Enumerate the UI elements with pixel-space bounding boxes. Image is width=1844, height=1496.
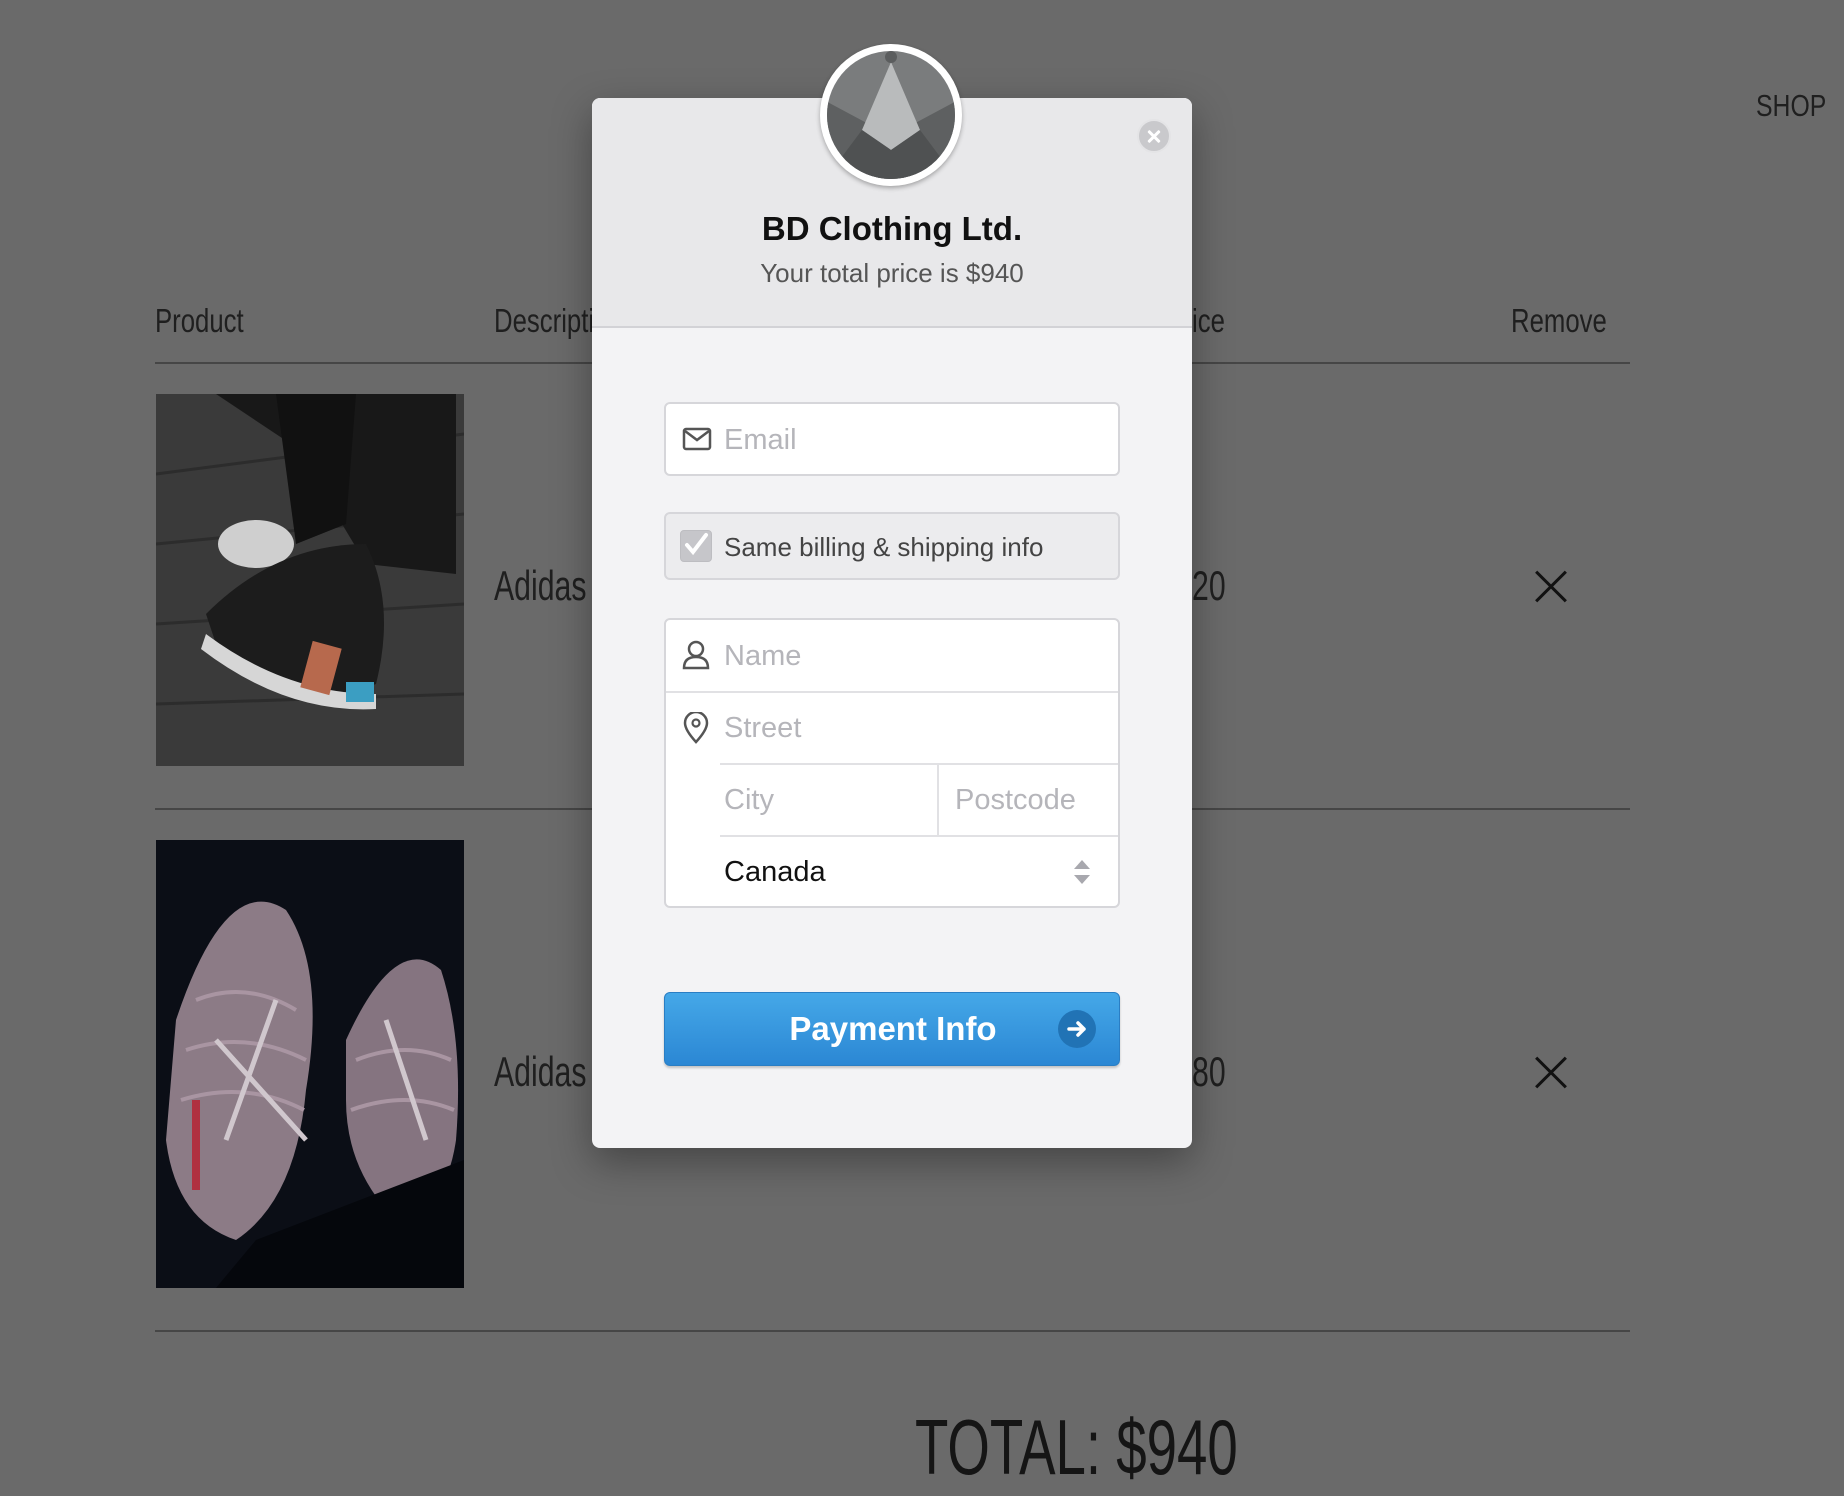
name-placeholder: Name [724, 640, 802, 672]
street-field[interactable]: Street [666, 692, 1118, 764]
arrow-right-icon [1058, 1010, 1096, 1048]
country-value: Canada [724, 856, 826, 888]
product-image-2 [156, 840, 464, 1288]
remove-item-2-button[interactable] [1534, 1056, 1568, 1090]
column-header-remove: Remove [1511, 302, 1607, 339]
payment-info-label: Payment Info [789, 1010, 997, 1047]
cart-total: TOTAL: $940 [915, 1403, 1238, 1491]
street-placeholder: Street [724, 712, 802, 744]
same-billing-checkbox[interactable]: Same billing & shipping info [664, 512, 1120, 580]
checkout-modal: BD Clothing Ltd. Your total price is $94… [592, 44, 1192, 1148]
column-header-description: Descriptic [494, 302, 607, 339]
close-modal-button[interactable] [1137, 119, 1171, 153]
nav-shop-link[interactable]: SHOP [1756, 88, 1826, 124]
user-icon [682, 640, 710, 670]
location-pin-icon [683, 712, 709, 744]
column-header-product: Product [155, 302, 244, 339]
remove-item-1-button[interactable] [1534, 570, 1568, 604]
merchant-name: BD Clothing Ltd. [761, 210, 1023, 247]
city-field[interactable]: City [720, 764, 936, 836]
checkmark-icon [685, 533, 708, 556]
address-fieldset: Name Street City Postcode Canada [664, 618, 1120, 908]
envelope-icon [682, 427, 712, 451]
same-billing-label: Same billing & shipping info [724, 532, 1044, 562]
payment-info-button[interactable]: Payment Info [664, 992, 1120, 1066]
product-image-1 [156, 394, 464, 766]
merchant-logo [820, 44, 962, 186]
select-arrows-icon [1074, 860, 1090, 884]
row-divider-2 [155, 1330, 1630, 1332]
total-price-line: Your total price is $940 [760, 258, 1024, 288]
email-placeholder: Email [724, 424, 797, 456]
product-price-1: 20 [1192, 562, 1226, 609]
column-header-price: ice [1192, 302, 1225, 339]
email-field[interactable]: Email [664, 402, 1120, 476]
product-description-1: Adidas I [494, 562, 604, 609]
city-placeholder: City [724, 784, 774, 816]
postcode-field[interactable]: Postcode [939, 764, 1118, 836]
product-price-2: 80 [1192, 1048, 1226, 1095]
postcode-placeholder: Postcode [955, 784, 1076, 816]
country-select[interactable]: Canada [720, 836, 1118, 908]
name-field[interactable]: Name [666, 620, 1118, 692]
checkbox-square[interactable] [680, 530, 712, 562]
